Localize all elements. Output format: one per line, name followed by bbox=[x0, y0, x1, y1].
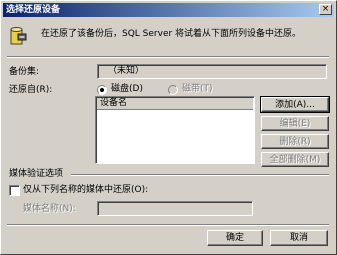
media-name-label: 媒体名称(N): bbox=[23, 204, 76, 214]
remove-button[interactable]: 删除(R) bbox=[261, 134, 329, 149]
edit-button[interactable]: 编辑(E) bbox=[261, 116, 329, 131]
restore-from-label: 还原自(R): bbox=[9, 85, 53, 95]
close-button[interactable]: × bbox=[319, 4, 332, 15]
media-verify-section-label: 媒体验证选项 bbox=[9, 169, 64, 179]
cancel-button[interactable]: 取消 bbox=[270, 230, 328, 246]
media-only-checkbox[interactable] bbox=[9, 185, 20, 196]
footer-divider bbox=[7, 224, 329, 226]
disk-radio[interactable] bbox=[97, 85, 107, 95]
media-verify-divider bbox=[71, 174, 329, 176]
backup-set-label: 备份集: bbox=[9, 67, 40, 77]
header-description: 在还原了该备份后，SQL Server 将试着从下面所列设备中还原。 bbox=[41, 29, 302, 39]
divider bbox=[7, 56, 329, 58]
device-name-column-header: 设备名 bbox=[100, 98, 128, 108]
window-title: 选择还原设备 bbox=[6, 5, 61, 15]
dialog-window: 选择还原设备 × 在还原了该备份后，SQL Server 将试着从下面所列设备中… bbox=[0, 0, 337, 255]
title-bar: 选择还原设备 × bbox=[3, 3, 334, 17]
device-list-header[interactable]: 设备名 bbox=[97, 98, 253, 110]
tape-radio[interactable] bbox=[168, 85, 178, 95]
add-button[interactable]: 添加(A)... bbox=[260, 96, 330, 113]
backup-device-icon bbox=[10, 27, 27, 45]
backup-set-value-box: （未知） bbox=[97, 64, 327, 79]
radio-selected-dot bbox=[100, 88, 104, 92]
disk-radio-label[interactable]: 磁盘(D) bbox=[111, 84, 143, 95]
ok-button[interactable]: 确定 bbox=[207, 230, 263, 246]
media-only-checkbox-label[interactable]: 仅从下列名称的媒体中还原(O): bbox=[23, 185, 148, 196]
device-list[interactable]: 设备名 bbox=[95, 96, 255, 164]
backup-set-value: （未知） bbox=[108, 66, 145, 76]
remove-all-button[interactable]: 全部删除(M) bbox=[261, 152, 329, 167]
media-name-input[interactable] bbox=[97, 201, 253, 216]
tape-radio-label[interactable]: 磁带(T) bbox=[182, 84, 213, 95]
